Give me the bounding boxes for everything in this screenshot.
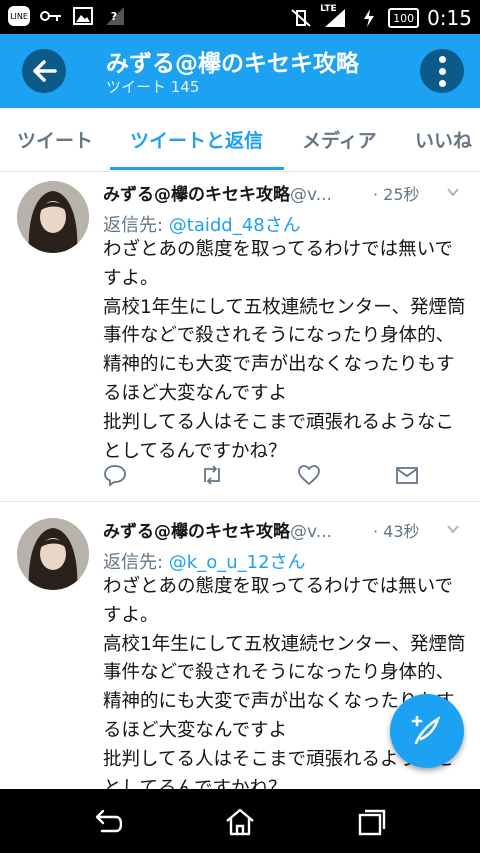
tweet-count: ツイート 145 — [106, 78, 200, 96]
nav-back-icon[interactable] — [92, 807, 124, 837]
like-heart-icon[interactable] — [297, 463, 321, 487]
nav-home-icon[interactable] — [224, 807, 256, 837]
divider — [0, 501, 480, 502]
reply-to: 返信先: @taidd_48さん — [103, 215, 301, 236]
tweet-time: · 25秒 — [373, 185, 420, 204]
system-nav-bar — [0, 789, 480, 853]
battery-indicator: 100 — [388, 8, 420, 28]
tweet-time: · 43秒 — [373, 522, 420, 541]
lte-signal-icon: LTE — [320, 4, 350, 28]
direct-message-icon[interactable] — [395, 463, 419, 487]
signal-question-icon: ? — [104, 6, 126, 26]
reply-mention-link[interactable]: @taidd_48さん — [169, 215, 301, 236]
app-bar: みずる@欅のキセキ攻略 ツイート 145 — [0, 34, 480, 108]
overflow-menu-button[interactable] — [420, 49, 464, 93]
tab-tweets-and-replies[interactable]: ツイートと返信 — [130, 126, 263, 153]
nav-recents-icon[interactable] — [356, 807, 388, 837]
more-vertical-icon — [438, 55, 446, 63]
tweet-text: わざとあの態度を取ってるわけでは無いですよ。 高校1年生にして五枚連続センター、発… — [103, 239, 466, 462]
tab-media[interactable]: メディア — [302, 126, 377, 153]
tweet-handle: @v... — [290, 522, 332, 542]
reply-mention-link[interactable]: @k_o_u_12さん — [169, 552, 306, 573]
retweet-icon[interactable] — [200, 463, 224, 487]
tab-likes[interactable]: いいね — [415, 126, 472, 153]
profile-name-title: みずる@欅のキセキ攻略 — [106, 51, 359, 77]
tweet-item[interactable]: みずる@欅のキセキ攻略@v... · 25秒 返信先: @taidd_48さん … — [0, 173, 480, 501]
chevron-down-icon[interactable] — [446, 185, 460, 199]
reply-to: 返信先: @k_o_u_12さん — [103, 552, 306, 573]
clock: 0:15 — [427, 6, 472, 30]
charging-icon — [358, 8, 380, 28]
avatar[interactable] — [17, 181, 89, 253]
tweet-author: みずる@欅のキセキ攻略@v... — [103, 522, 332, 542]
status-bar: LINE ? LTE 100 0:15 — [0, 0, 480, 34]
chevron-down-icon[interactable] — [446, 522, 460, 536]
key-icon — [40, 6, 62, 26]
tweet-author: みずる@欅のキセキ攻略@v... — [103, 185, 332, 205]
back-button[interactable] — [22, 49, 66, 93]
tweet-handle: @v... — [290, 185, 332, 205]
compose-tweet-button[interactable] — [390, 694, 464, 768]
image-icon — [72, 6, 94, 26]
profile-tabs: ツイート ツイートと返信 メディア いいね — [0, 108, 480, 172]
reply-icon[interactable] — [103, 463, 127, 487]
avatar[interactable] — [17, 518, 89, 590]
arrow-left-icon — [33, 60, 57, 82]
compose-feather-icon — [411, 715, 441, 745]
tab-tweets[interactable]: ツイート — [17, 126, 93, 153]
vibrate-off-icon — [290, 8, 312, 28]
tweet-actions — [103, 463, 433, 487]
active-tab-indicator — [110, 167, 284, 170]
line-app-icon: LINE — [8, 6, 30, 26]
